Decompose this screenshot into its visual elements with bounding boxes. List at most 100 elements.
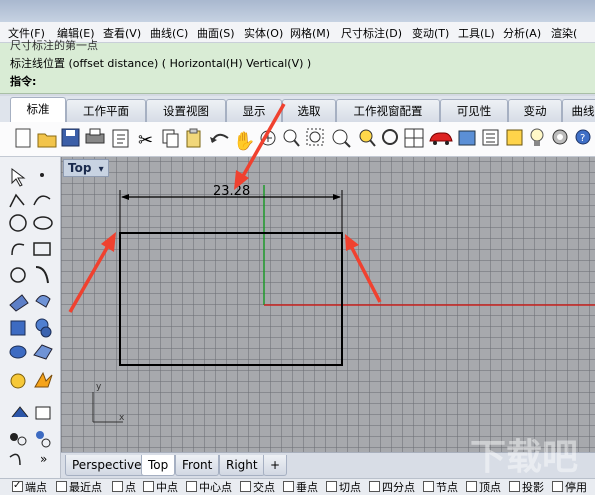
snap-vertex[interactable]: 顶点: [466, 481, 501, 494]
zoom-window-icon[interactable]: [306, 128, 324, 146]
snap-checkbox[interactable]: [143, 481, 154, 492]
mesh-icon[interactable]: [9, 345, 27, 359]
snap-knot[interactable]: 节点: [423, 481, 458, 494]
menu-curve[interactable]: 曲线(C): [150, 25, 188, 41]
snap-mid[interactable]: 中点: [143, 481, 178, 494]
dimension-text[interactable]: 23.28: [213, 184, 250, 199]
light-bulb-icon[interactable]: [530, 128, 544, 146]
snap-point[interactable]: 点: [112, 481, 136, 494]
menu-mesh[interactable]: 网格(M): [290, 25, 330, 41]
undo-icon[interactable]: [210, 133, 229, 143]
properties-icon[interactable]: [112, 129, 129, 148]
menu-dimension[interactable]: 尺寸标注(D): [341, 25, 402, 41]
menu-view[interactable]: 查看(V): [103, 25, 141, 41]
zoom-icon[interactable]: [283, 129, 300, 147]
zoom-selected-icon[interactable]: [359, 129, 376, 147]
point-icon[interactable]: [40, 173, 44, 177]
object-properties-icon[interactable]: [506, 129, 523, 146]
paste-icon[interactable]: [186, 128, 201, 148]
snap-project[interactable]: 投影: [509, 481, 544, 494]
cut-icon[interactable]: ✂: [138, 130, 153, 151]
viewport-tab-front[interactable]: Front: [175, 455, 220, 476]
snap-checkbox[interactable]: [552, 481, 563, 492]
dimension-icon[interactable]: [11, 406, 29, 418]
shaded-icon[interactable]: [458, 130, 476, 146]
tab-cplanes[interactable]: 工作平面: [66, 99, 146, 122]
car-render-icon[interactable]: [429, 132, 453, 145]
polygon-icon[interactable]: [10, 267, 26, 283]
tab-viewport-layout[interactable]: 工作视窗配置: [336, 99, 440, 122]
pan-hand-icon[interactable]: ✋: [233, 130, 255, 152]
tab-select[interactable]: 选取: [282, 99, 336, 122]
select-arrow-icon[interactable]: [11, 168, 26, 187]
snap-checkbox[interactable]: [186, 481, 197, 492]
layers-icon[interactable]: [482, 129, 499, 146]
print-icon[interactable]: [85, 128, 105, 144]
copy-icon[interactable]: [162, 129, 179, 148]
tab-display[interactable]: 显示: [226, 99, 282, 122]
snap-checkbox[interactable]: [12, 479, 23, 492]
rotate-view-icon[interactable]: [260, 130, 276, 146]
surface-tools-icon[interactable]: [35, 295, 51, 308]
menu-transform[interactable]: 变动(T): [412, 25, 449, 41]
tab-standard[interactable]: 标准: [10, 97, 66, 123]
solid-box-icon[interactable]: [10, 320, 26, 336]
rectangle-icon[interactable]: [33, 242, 51, 256]
snap-checkbox[interactable]: [509, 481, 520, 492]
new-file-icon[interactable]: [15, 128, 31, 148]
snap-intersection[interactable]: 交点: [240, 481, 275, 494]
options-icon[interactable]: [552, 129, 568, 145]
menu-render[interactable]: 渲染(: [551, 25, 577, 41]
menu-surface[interactable]: 曲面(S): [197, 25, 235, 41]
four-views-icon[interactable]: [404, 128, 424, 148]
ellipse-icon[interactable]: [33, 216, 53, 230]
snap-center[interactable]: 中心点: [186, 481, 232, 494]
snap-checkbox[interactable]: [423, 481, 434, 492]
tab-set-view[interactable]: 设置视图: [146, 99, 226, 122]
menu-tools[interactable]: 工具(L): [458, 25, 495, 41]
circle-icon[interactable]: [9, 214, 27, 232]
top-viewport[interactable]: Top ▾ 23.28 y x: [61, 157, 595, 452]
rectangle-object[interactable]: [119, 232, 343, 366]
snap-checkbox[interactable]: [56, 481, 67, 492]
snap-checkbox[interactable]: [369, 481, 380, 492]
snap-disable[interactable]: 停用: [552, 481, 587, 494]
snap-quadrant[interactable]: 四分点: [369, 481, 415, 494]
curve-tools-icon[interactable]: [35, 266, 49, 284]
rotate-icon[interactable]: [382, 129, 398, 145]
snap-checkbox[interactable]: [326, 481, 337, 492]
snap-checkbox[interactable]: [112, 481, 123, 492]
snap-tangent[interactable]: 切点: [326, 481, 361, 494]
group-icon[interactable]: [10, 433, 27, 446]
snap-end[interactable]: 端点: [12, 479, 47, 494]
render-icon[interactable]: [35, 406, 51, 420]
save-icon[interactable]: [61, 128, 80, 147]
add-viewport-tab-button[interactable]: +: [263, 455, 288, 476]
snap-perpendicular[interactable]: 垂点: [283, 481, 318, 494]
snap-checkbox[interactable]: [283, 481, 294, 492]
surface-icon[interactable]: [9, 294, 29, 312]
snap-checkbox[interactable]: [240, 481, 251, 492]
solid-tools-icon[interactable]: [35, 318, 52, 338]
viewport-tab-right[interactable]: Right: [219, 455, 265, 476]
hook-tool-icon[interactable]: [9, 453, 21, 466]
snap-near[interactable]: 最近点: [56, 481, 102, 494]
viewport-tab-top[interactable]: Top: [141, 455, 176, 476]
tab-transform[interactable]: 变动: [508, 99, 562, 122]
block-icon[interactable]: [36, 431, 51, 448]
snap-checkbox[interactable]: [466, 481, 477, 492]
open-folder-icon[interactable]: [37, 133, 57, 148]
zoom-extents-icon[interactable]: [332, 129, 351, 148]
viewport-tab-perspective[interactable]: Perspective: [65, 455, 149, 476]
arc-icon[interactable]: [11, 243, 25, 256]
tab-visibility[interactable]: 可见性: [440, 99, 508, 122]
menu-analyze[interactable]: 分析(A): [503, 25, 541, 41]
menu-solid[interactable]: 实体(O): [244, 25, 283, 41]
curve-icon[interactable]: [33, 195, 51, 206]
more-tools-icon[interactable]: »: [40, 452, 47, 466]
help-icon[interactable]: ?: [575, 129, 591, 145]
command-prompt[interactable]: 指令:: [10, 73, 36, 89]
mesh-tools-icon[interactable]: [33, 344, 53, 360]
tab-curve[interactable]: 曲线: [562, 99, 595, 122]
polyline-icon[interactable]: [9, 193, 25, 208]
